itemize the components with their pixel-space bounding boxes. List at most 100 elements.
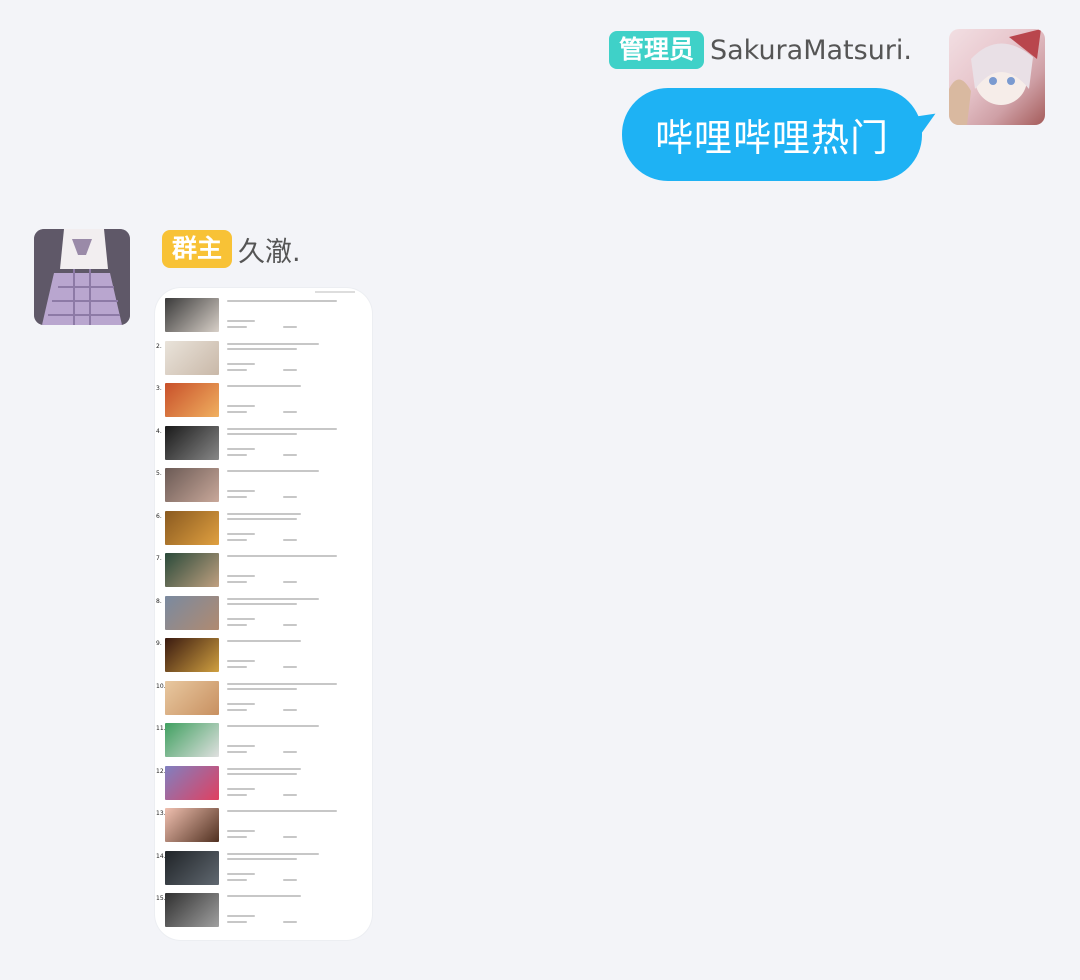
text-line-placeholder [227, 772, 297, 775]
image-attachment[interactable]: 2. 3. 4. 5. 6. 7. 8. 9. 10. 11. 12. 13. 14. 15. [155, 288, 372, 940]
status-bar [315, 291, 355, 293]
sender-row-owner: 群主 久澈. [162, 229, 301, 269]
list-item-number: 7. [156, 555, 162, 562]
text-line-placeholder [283, 793, 297, 796]
text-line-placeholder [227, 432, 297, 435]
list-item: 5. [155, 468, 372, 510]
text-line-placeholder [227, 411, 247, 413]
video-thumbnail [165, 383, 219, 417]
list-item-number: 5. [156, 470, 162, 477]
video-thumbnail [165, 468, 219, 502]
text-line-placeholder [283, 581, 297, 583]
text-line-placeholder [227, 470, 319, 472]
list-item: 11. [155, 723, 372, 765]
text-line-placeholder [283, 496, 297, 498]
text-line-placeholder [227, 660, 255, 662]
text-line-placeholder [227, 538, 247, 541]
list-item [155, 298, 372, 340]
text-line-placeholder [227, 496, 247, 498]
text-line-placeholder [227, 326, 247, 328]
list-item-number: 3. [156, 385, 162, 392]
video-thumbnail [165, 510, 219, 545]
text-line-placeholder [283, 326, 297, 328]
video-thumbnail [165, 425, 219, 460]
avatar[interactable] [34, 229, 130, 325]
sender-row-admin: 管理员 SakuraMatsuri. [608, 30, 912, 70]
video-thumbnail [165, 595, 219, 630]
text-line-placeholder [283, 368, 297, 371]
text-line-placeholder [283, 411, 297, 413]
text-line-placeholder [227, 623, 247, 626]
text-line-placeholder [227, 405, 255, 407]
sender-name[interactable]: SakuraMatsuri. [710, 35, 912, 66]
list-item: 10. [155, 680, 372, 723]
list-item: 7. [155, 553, 372, 595]
list-item: 8. [155, 595, 372, 638]
text-line-placeholder [227, 702, 255, 705]
text-line-placeholder [227, 767, 301, 770]
admin-badge: 管理员 [608, 31, 704, 69]
video-thumbnail [165, 893, 219, 927]
list-item-number: 4. [156, 427, 162, 435]
text-line-placeholder [227, 581, 247, 583]
text-line-placeholder [227, 708, 247, 711]
video-thumbnail [165, 680, 219, 715]
text-line-placeholder [227, 857, 297, 860]
text-line-placeholder [227, 617, 255, 620]
text-line-placeholder [227, 385, 301, 387]
text-line-placeholder [283, 836, 297, 838]
text-line-placeholder [227, 575, 255, 577]
list-item: 13. [155, 808, 372, 850]
video-thumbnail [165, 723, 219, 757]
list-item-number: 6. [156, 512, 162, 520]
text-line-placeholder [283, 453, 297, 456]
text-line-placeholder [227, 640, 301, 642]
list-item-number: 2. [156, 342, 162, 350]
video-thumbnail [165, 765, 219, 800]
text-line-placeholder [227, 597, 319, 600]
text-line-placeholder [283, 878, 297, 881]
text-line-placeholder [227, 602, 297, 605]
text-line-placeholder [227, 532, 255, 535]
video-thumbnail [165, 298, 219, 332]
text-line-placeholder [227, 793, 247, 796]
text-line-placeholder [227, 555, 337, 557]
text-line-placeholder [283, 538, 297, 541]
list-item-number: 8. [156, 597, 162, 605]
text-line-placeholder [227, 490, 255, 492]
text-line-placeholder [227, 836, 247, 838]
list-item: 4. [155, 425, 372, 468]
text-line-placeholder [227, 895, 301, 897]
text-line-placeholder [227, 362, 255, 365]
text-line-placeholder [227, 320, 255, 322]
video-thumbnail [165, 850, 219, 885]
text-line-placeholder [227, 872, 255, 875]
anime-avatar-icon [34, 229, 130, 325]
text-line-placeholder [227, 427, 337, 430]
list-item: 2. [155, 340, 372, 383]
message-bubble[interactable]: 哔哩哔哩热门 [622, 88, 922, 181]
list-item-number: 9. [156, 640, 162, 647]
text-line-placeholder [227, 751, 247, 753]
text-line-placeholder [227, 682, 337, 685]
avatar[interactable] [949, 29, 1045, 125]
text-line-placeholder [227, 830, 255, 832]
list-item: 9. [155, 638, 372, 680]
text-line-placeholder [227, 342, 319, 345]
sender-name[interactable]: 久澈. [238, 230, 301, 269]
text-line-placeholder [227, 666, 247, 668]
list-item: 6. [155, 510, 372, 553]
text-line-placeholder [227, 921, 247, 923]
text-line-placeholder [283, 921, 297, 923]
list-item: 15. [155, 893, 372, 935]
anime-avatar-icon [949, 29, 1041, 125]
text-line-placeholder [227, 517, 297, 520]
text-line-placeholder [227, 745, 255, 747]
text-line-placeholder [227, 852, 319, 855]
text-line-placeholder [227, 453, 247, 456]
text-line-placeholder [227, 878, 247, 881]
text-line-placeholder [227, 687, 297, 690]
list-item: 3. [155, 383, 372, 425]
text-line-placeholder [227, 810, 337, 812]
video-thumbnail [165, 340, 219, 375]
